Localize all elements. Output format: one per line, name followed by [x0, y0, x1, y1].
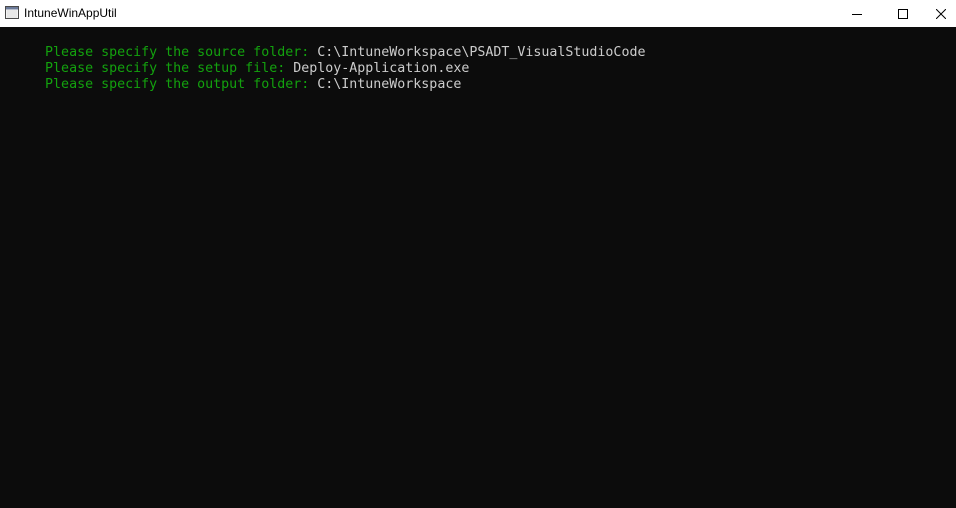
console-window: IntuneWinAppUtil Please specify the sour…: [0, 0, 956, 508]
window-title: IntuneWinAppUtil: [24, 6, 117, 20]
maximize-icon: [898, 8, 908, 19]
minimize-button[interactable]: [834, 0, 880, 27]
minimize-icon: [852, 13, 862, 15]
console-line-output-folder: Please specify the output folder: C:\Int…: [0, 61, 461, 109]
maximize-button[interactable]: [880, 0, 926, 27]
console-app-icon: [5, 6, 19, 19]
input-text: C:\IntuneWorkspace: [317, 77, 462, 92]
close-button[interactable]: [926, 0, 956, 27]
title-bar[interactable]: IntuneWinAppUtil: [0, 0, 956, 27]
prompt-text: Please specify the output folder:: [45, 77, 318, 92]
console-output[interactable]: Please specify the source folder: C:\Int…: [0, 27, 956, 508]
close-icon: [936, 8, 946, 19]
